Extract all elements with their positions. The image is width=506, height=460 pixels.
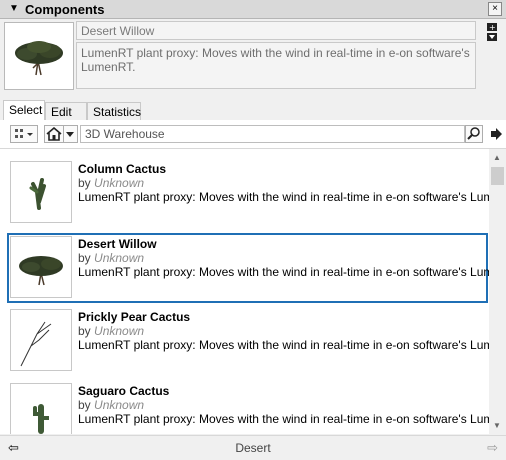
svg-text:+: + [489,23,496,32]
item-by-label: by [78,251,91,265]
item-by-label: by [78,398,91,412]
list-item-selected[interactable]: Desert Willow by Unknown LumenRT plant p… [7,233,489,303]
selected-preview-image [4,22,74,90]
item-name: Desert Willow [78,237,157,251]
item-thumbnail [10,236,72,298]
view-options-button[interactable] [10,125,38,143]
forward-arrow-icon[interactable]: ⇨ [487,440,498,456]
details-toggle-icon[interactable]: + [485,22,499,42]
item-name: Saguaro Cactus [78,384,170,398]
arrow-right-icon [491,128,502,140]
list-item[interactable]: Column Cactus by Unknown LumenRT plant p… [8,159,489,229]
item-description: LumenRT plant proxy: Moves with the wind… [78,338,489,352]
item-by-label: by [78,324,91,338]
tab-bar: Select Edit Statistics [0,100,506,121]
view-options-icon [15,129,33,138]
item-author-line: by Unknown [78,398,144,412]
list-item[interactable]: Saguaro Cactus by Unknown LumenRT plant … [8,381,489,434]
scrollbar-thumb[interactable] [491,167,504,185]
item-description: LumenRT plant proxy: Moves with the wind… [78,265,489,279]
list-scrollbar[interactable]: ▲ ▼ [489,149,506,434]
navigation-dropdown[interactable] [64,125,78,143]
item-name: Prickly Pear Cactus [78,310,191,324]
component-description-field[interactable]: LumenRT plant proxy: Moves with the wind… [76,42,476,89]
collection-name: Desert [235,441,271,455]
tab-edit[interactable]: Edit [45,102,87,120]
item-author: Unknown [94,176,145,190]
item-thumbnail [10,383,72,434]
scroll-up-icon[interactable]: ▲ [493,153,501,162]
component-name-field[interactable]: Desert Willow [76,21,476,40]
panel-titlebar: ▼ Components × [0,0,506,19]
item-name: Column Cactus [78,162,167,176]
home-icon [46,126,62,141]
item-author: Unknown [94,251,145,265]
collapse-icon[interactable]: ▼ [9,3,19,14]
item-author-line: by Unknown [78,176,144,190]
item-description: LumenRT plant proxy: Moves with the wind… [78,190,489,204]
tab-statistics[interactable]: Statistics [87,102,141,120]
item-thumbnail [10,161,72,223]
chevron-down-icon [66,132,74,137]
item-author: Unknown [94,324,145,338]
close-icon[interactable]: × [488,2,502,16]
browser-toolbar: 3D Warehouse [0,120,506,149]
item-thumbnail [10,309,72,371]
scroll-down-icon[interactable]: ▼ [493,421,501,430]
search-button[interactable] [465,125,483,143]
details-menu-button[interactable] [488,126,504,142]
item-description: LumenRT plant proxy: Moves with the wind… [78,412,489,426]
tab-select[interactable]: Select [3,100,45,121]
item-author: Unknown [94,398,145,412]
component-list: Column Cactus by Unknown LumenRT plant p… [0,149,489,434]
item-author-line: by Unknown [78,251,144,265]
panel-title: Components [25,2,105,17]
collection-footer: ⇦ Desert ⇨ [0,435,506,460]
item-author-line: by Unknown [78,324,144,338]
item-by-label: by [78,176,91,190]
search-icon [467,127,480,140]
home-button[interactable] [44,125,64,143]
list-item[interactable]: Prickly Pear Cactus by Unknown LumenRT p… [8,307,489,377]
search-input[interactable]: 3D Warehouse [80,125,465,143]
